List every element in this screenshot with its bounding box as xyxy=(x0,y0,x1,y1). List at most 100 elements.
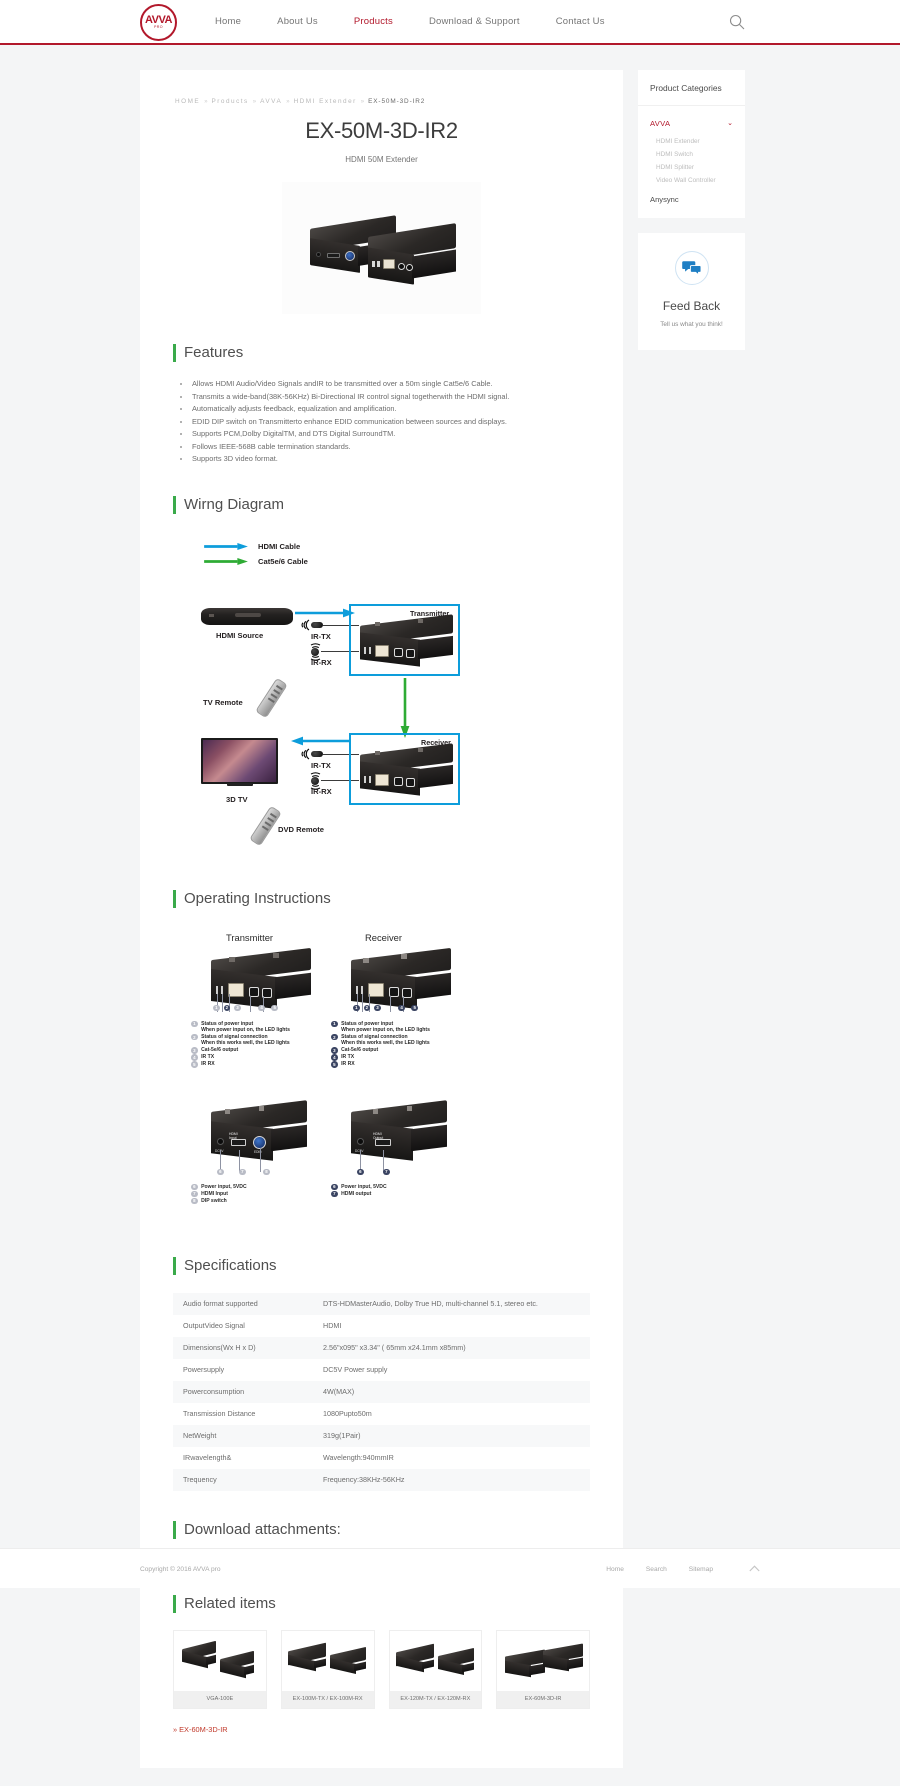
previous-product-label[interactable]: EX-60M-3D-IR xyxy=(179,1725,227,1734)
list-item: Transmits a wide-band(38K-56KHz) Bi-Dire… xyxy=(191,391,590,404)
breadcrumb-separator: » xyxy=(204,98,208,105)
sidebar-item-label: AVVA xyxy=(650,119,671,128)
callout-subtext: When power input on, the LED lights xyxy=(341,1026,430,1033)
callout-marker: 1 xyxy=(331,1020,338,1028)
related-item-caption: VGA-100E xyxy=(174,1690,266,1708)
callout-text: IR TX xyxy=(341,1054,355,1061)
list-item: Supports PCM,Dolby DigitalTM, and DTS Di… xyxy=(191,428,590,441)
callout-marker: 1 xyxy=(353,1004,360,1012)
chevron-down-icon[interactable]: ⌄ xyxy=(727,120,733,127)
ir-rx-label: IR-RX xyxy=(311,657,332,667)
chevron-up-icon[interactable] xyxy=(749,1564,760,1574)
list-item: Allows HDMI Audio/Video Signals andIR to… xyxy=(191,378,590,391)
search-icon[interactable] xyxy=(729,14,745,30)
logo-text: AVVA xyxy=(145,14,172,26)
sidebar-item-hdmi-extender[interactable]: HDMI Extender xyxy=(650,135,733,148)
site-logo[interactable]: AVVA PRO xyxy=(140,4,177,41)
related-item-caption: EX-120M-TX / EX-120M-RX xyxy=(389,1690,482,1708)
table-row: Audio format supported DTS-HDMasterAudio… xyxy=(173,1292,590,1315)
callout-marker: 2 xyxy=(223,1004,231,1012)
spec-key: Audio format supported xyxy=(183,1299,258,1308)
footer-link-search[interactable]: Search xyxy=(646,1566,667,1573)
callout-marker: 5 xyxy=(191,1061,198,1068)
chat-bubbles-icon[interactable] xyxy=(674,251,709,285)
breadcrumb-separator: » xyxy=(360,98,365,105)
spec-value: HDMI xyxy=(323,1321,342,1330)
hdmi-source-label: HDMI Source xyxy=(216,630,264,640)
list-item: EDID DIP switch on Transmitterto enhance… xyxy=(191,416,590,429)
callout-marker: 3 xyxy=(191,1047,198,1054)
callout-marker: 4 xyxy=(331,1054,338,1061)
breadcrumb-item-avva[interactable]: AVVA xyxy=(260,98,282,105)
related-item-card[interactable]: EX-120M-TX / EX-120M-RX xyxy=(388,1629,483,1709)
footer-link-home[interactable]: Home xyxy=(606,1566,624,1573)
feedback-card[interactable]: Feed Back Tell us what you think! xyxy=(638,233,745,350)
product-hero-image[interactable] xyxy=(282,182,481,314)
nav-item-home[interactable]: Home xyxy=(197,16,259,27)
list-item: 2 Status of signal connection When this w… xyxy=(191,1033,290,1047)
sidebar-item-video-wall-controller[interactable]: Video Wall Controller xyxy=(650,174,733,187)
footer-links: Home Search Sitemap xyxy=(606,1564,760,1574)
breadcrumb-item-home[interactable]: HOME xyxy=(175,98,200,105)
footer-spacer xyxy=(0,1768,900,1786)
nav-item-download-support[interactable]: Download & Support xyxy=(411,16,538,27)
spec-value: 319g(1Pair) xyxy=(323,1431,361,1440)
product-categories-card: Product Categories AVVA ⌄ HDMI Extender … xyxy=(638,70,745,218)
callout-subtext: When power input on, the LED lights xyxy=(201,1026,290,1033)
list-item: 3 Cat-5e/6 output xyxy=(191,1047,290,1054)
main-navigation: Home About Us Products Download & Suppor… xyxy=(197,16,623,27)
section-heading-operating-instructions: Operating Instructions xyxy=(173,889,590,908)
related-item-card[interactable]: VGA-100E xyxy=(173,1629,267,1709)
callout-marker: 2 xyxy=(191,1033,198,1041)
section-heading-wiring-diagram: Wirng Diagram xyxy=(173,495,590,514)
spec-value: Frequency:38KHz-56KHz xyxy=(323,1475,405,1484)
callout-marker: 8 xyxy=(191,1197,198,1205)
spec-key: IRwavelength& xyxy=(183,1453,232,1462)
sidebar-item-anysync[interactable]: Anysync xyxy=(638,187,745,218)
callout-text: Power input, 5VDC xyxy=(201,1183,247,1190)
nav-item-products[interactable]: Products xyxy=(336,16,411,27)
callout-marker: 6 xyxy=(191,1183,198,1191)
legend-hdmi-cable: HDMI Cable xyxy=(201,542,300,551)
list-item: 7 HDMI Input xyxy=(191,1190,247,1198)
spec-key: Trequency xyxy=(183,1475,217,1484)
arrow-right-icon xyxy=(204,542,248,550)
site-header: AVVA PRO Home About Us Products Download… xyxy=(0,0,900,45)
related-item-card[interactable]: EX-60M-3D-IR xyxy=(496,1629,590,1709)
breadcrumb-item-hdmi-extender[interactable]: HDMI Extender xyxy=(294,98,357,105)
list-item: 7 HDMI output xyxy=(331,1190,387,1198)
nav-item-about-us[interactable]: About Us xyxy=(259,16,336,27)
spec-key: OutputVideo Signal xyxy=(183,1321,245,1330)
spec-key: Dimensions(Wx H x D) xyxy=(183,1343,256,1352)
breadcrumb-item-products[interactable]: Products xyxy=(212,98,249,105)
hdmi-input-port-label: HDMI Input xyxy=(229,1131,238,1140)
table-row: IRwavelength& Wavelength:940mmIR xyxy=(173,1446,590,1469)
callout-marker: 2 xyxy=(331,1033,338,1041)
previous-product-link[interactable]: » EX-60M-3D-IR xyxy=(173,1725,590,1734)
feedback-subtitle: Tell us what you think! xyxy=(660,321,723,328)
related-item-card[interactable]: EX-100M-TX / EX-100M-RX xyxy=(280,1629,375,1709)
callout-text: Status of signal connection xyxy=(201,1033,268,1040)
ir-rx-label: IR-RX xyxy=(311,786,332,796)
hdmi-output-port-label: HDMI Output xyxy=(373,1131,384,1140)
list-item: 3 Cat-5e/6 output xyxy=(331,1047,430,1054)
callout-marker: 6 xyxy=(357,1168,364,1176)
arrow-transmitter-to-receiver xyxy=(400,677,410,738)
callout-text: Status of power input xyxy=(201,1020,254,1027)
nav-item-contact-us[interactable]: Contact Us xyxy=(538,16,623,27)
callout-marker: 7 xyxy=(331,1190,338,1198)
callout-marker: 3 xyxy=(234,1004,241,1012)
sidebar-item-hdmi-switch[interactable]: HDMI Switch xyxy=(650,148,733,161)
spec-value: 1080Pupto50m xyxy=(323,1409,372,1418)
footer-link-sitemap[interactable]: Sitemap xyxy=(689,1566,713,1573)
callout-marker: 6 xyxy=(331,1183,338,1191)
list-item: 8 DIP switch xyxy=(191,1197,247,1205)
callout-text: DIP switch xyxy=(201,1197,227,1204)
dvd-remote-label: DVD Remote xyxy=(278,824,324,834)
spec-value: 2.56"x095" x3.34" ( 65mm x24.1mm x85mm) xyxy=(323,1343,466,1352)
tv-label: 3D TV xyxy=(226,794,248,804)
sidebar-item-hdmi-splitter[interactable]: HDMI Splitter xyxy=(650,161,733,174)
sidebar-item-avva[interactable]: AVVA ⌄ xyxy=(638,106,745,128)
table-row: Dimensions(Wx H x D) 2.56"x095" x3.34" (… xyxy=(173,1336,590,1359)
ir-tx-label: IR-TX xyxy=(311,631,331,641)
